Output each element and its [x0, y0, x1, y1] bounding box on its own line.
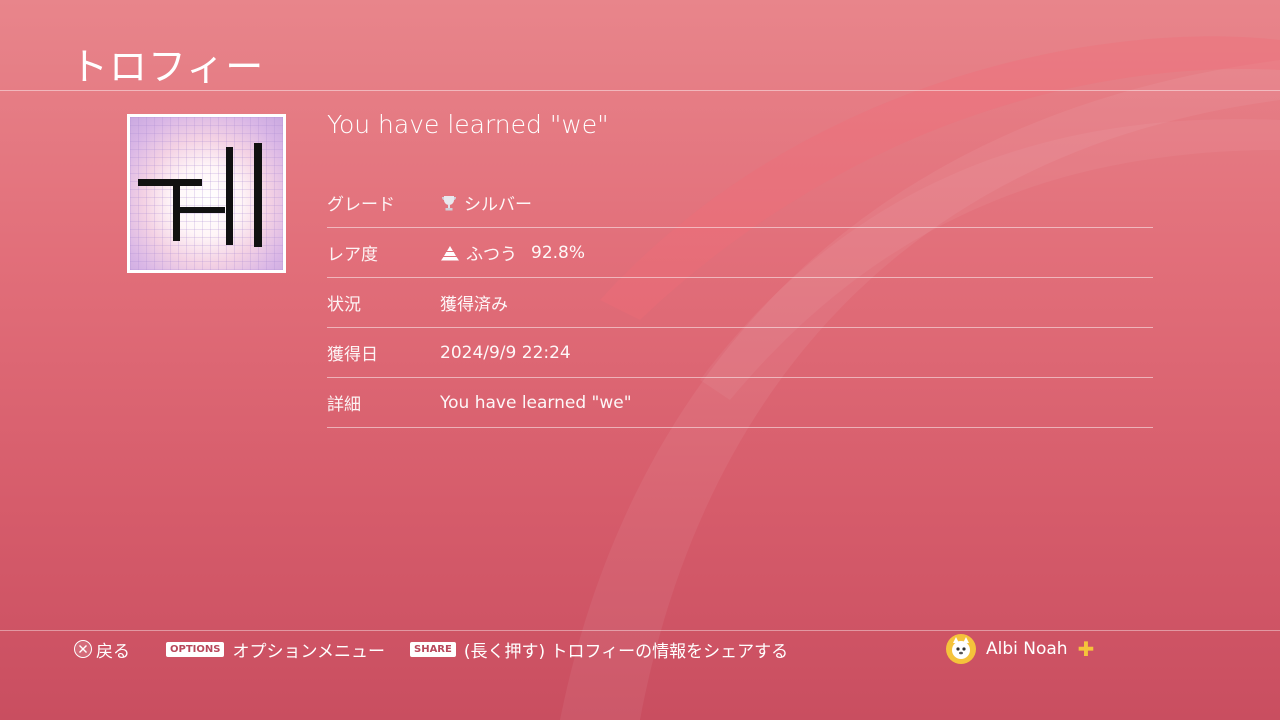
detail-row-earned-date: 獲得日 2024/9/9 22:24 — [327, 328, 1153, 378]
detail-label: レア度 — [327, 245, 378, 265]
user-avatar — [946, 634, 976, 664]
cross-button-icon — [74, 640, 92, 658]
rarity-pyramid-icon — [441, 245, 459, 260]
detail-label: 詳細 — [327, 395, 361, 415]
page-title: トロフィー — [70, 45, 265, 89]
share-button-icon: SHARE — [410, 641, 456, 657]
detail-value-earned-date: 2024/9/9 22:24 — [440, 342, 571, 363]
trophy-artwork-icon — [127, 114, 286, 273]
detail-value-grade: シルバー — [464, 195, 532, 215]
options-button-icon: OPTIONS — [166, 641, 225, 657]
header-divider — [0, 90, 1280, 91]
trophy-details-table: グレード シルバー レア度 ふつう 92.8% 状況 獲得済み 獲得日 2024… — [327, 178, 1153, 428]
detail-value-rarity: ふつう — [466, 245, 517, 265]
share-button[interactable]: SHARE (長く押す) トロフィーの情報をシェアする — [410, 636, 788, 662]
detail-row-grade: グレード シルバー — [327, 178, 1153, 228]
user-name: Albi Noah — [986, 639, 1068, 659]
share-label: (長く押す) トロフィーの情報をシェアする — [463, 641, 789, 662]
detail-value-status: 獲得済み — [440, 295, 508, 315]
detail-label: 獲得日 — [327, 345, 378, 365]
back-label: 戻る — [96, 641, 130, 662]
detail-value-description: You have learned "we" — [440, 392, 632, 413]
options-menu-button[interactable]: OPTIONS オプションメニュー — [166, 636, 385, 662]
ps-plus-icon: ✚ — [1077, 637, 1095, 661]
detail-row-rarity: レア度 ふつう 92.8% — [327, 228, 1153, 278]
detail-label: 状況 — [327, 295, 361, 315]
options-label: オプションメニュー — [232, 641, 385, 662]
detail-row-description: 詳細 You have learned "we" — [327, 378, 1153, 428]
back-button[interactable]: 戻る — [74, 636, 130, 662]
footer-divider — [0, 630, 1280, 631]
footer-bar: 戻る OPTIONS オプションメニュー SHARE (長く押す) トロフィーの… — [0, 634, 1280, 664]
rarity-percentage: 92.8% — [531, 242, 586, 263]
user-profile[interactable]: Albi Noah ✚ — [946, 634, 1095, 664]
silver-trophy-icon — [442, 195, 456, 210]
trophy-name: You have learned "we" — [327, 110, 609, 139]
detail-label: グレード — [327, 195, 395, 215]
detail-row-status: 状況 獲得済み — [327, 278, 1153, 328]
